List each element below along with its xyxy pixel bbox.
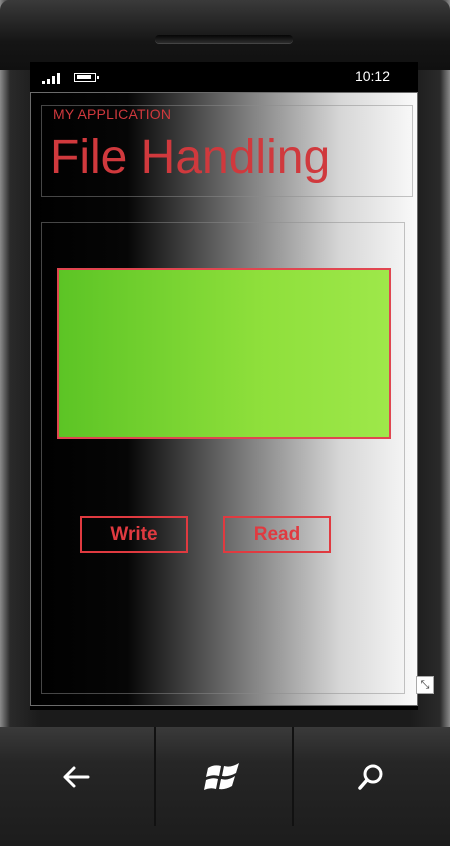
phone-frame: 10:12 MY APPLICATION File Handling Write… bbox=[0, 0, 450, 846]
back-button[interactable] bbox=[0, 727, 152, 826]
application-title: MY APPLICATION bbox=[53, 106, 172, 122]
phone-top-bezel bbox=[0, 0, 450, 70]
signal-icon bbox=[42, 73, 60, 84]
search-button[interactable] bbox=[292, 727, 450, 826]
start-button[interactable] bbox=[154, 727, 294, 826]
read-button[interactable]: Read bbox=[223, 516, 331, 553]
status-time: 10:12 bbox=[354, 68, 390, 84]
status-bar: 10:12 bbox=[30, 62, 418, 92]
page-title: File Handling bbox=[50, 131, 331, 184]
resize-icon[interactable]: ⤡ bbox=[416, 676, 434, 694]
earpiece-speaker bbox=[155, 35, 293, 43]
write-button[interactable]: Write bbox=[80, 516, 188, 553]
back-icon bbox=[63, 766, 90, 787]
windows-start-icon bbox=[204, 762, 239, 790]
hardware-navigation-bar bbox=[0, 727, 450, 846]
search-icon bbox=[358, 764, 383, 790]
app-page: MY APPLICATION File Handling Write Read bbox=[30, 92, 418, 706]
file-text-box[interactable] bbox=[57, 268, 391, 439]
phone-screen: 10:12 MY APPLICATION File Handling Write… bbox=[30, 62, 418, 710]
title-panel: MY APPLICATION File Handling bbox=[41, 105, 413, 197]
battery-icon bbox=[74, 73, 99, 82]
content-panel: Write Read bbox=[41, 222, 405, 694]
